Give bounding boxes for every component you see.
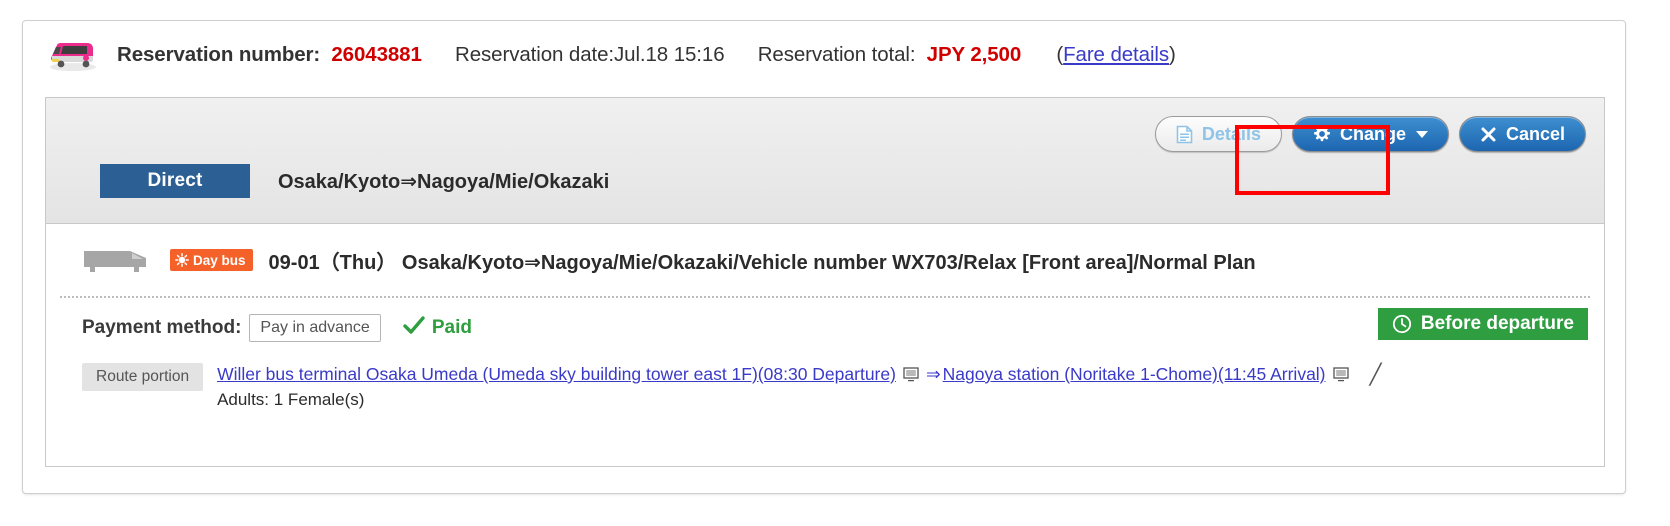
check-icon — [403, 316, 425, 340]
route-portion-tag: Route portion — [82, 363, 204, 391]
status-badge: Before departure — [1377, 308, 1588, 340]
paid-status: Paid — [403, 316, 472, 340]
cancel-button-label: Cancel — [1505, 123, 1565, 144]
route-links: Willer bus terminal Osaka Umeda (Umeda s… — [217, 362, 1382, 387]
payment-method-value: Pay in advance — [249, 314, 381, 342]
change-button-label: Change — [1339, 123, 1406, 144]
payment-row: Payment method: Pay in advance Paid Befo… — [46, 298, 1604, 358]
double-arrow-right-icon: ⇒ — [925, 364, 941, 384]
departure-stop-link[interactable]: Willer bus terminal Osaka Umeda (Umeda s… — [217, 364, 896, 385]
close-x-icon — [1480, 126, 1497, 143]
reservation-card: Reservation number: 26043881 Reservation… — [22, 20, 1626, 494]
trip-band: Details Change Cancel Direct Osaka/Kyoto… — [46, 98, 1604, 224]
change-button[interactable]: Change — [1291, 116, 1449, 152]
day-bus-badge: Day bus — [170, 249, 253, 271]
departure-map-screen-icon[interactable] — [903, 367, 919, 382]
route-title: Osaka/Kyoto⇒Nagoya/Mie/Okazaki — [278, 170, 610, 193]
trip-details: Day bus 09-01（Thu） Osaka/Kyoto⇒Nagoya/Mi… — [46, 224, 1604, 410]
day-bus-badge-label: Day bus — [193, 252, 246, 268]
cancel-button[interactable]: Cancel — [1458, 116, 1586, 152]
chevron-down-icon — [1415, 130, 1428, 138]
slash-icon: ╱ — [1369, 364, 1382, 386]
paid-label: Paid — [431, 317, 472, 338]
trip-row: Day bus 09-01（Thu） Osaka/Kyoto⇒Nagoya/Mi… — [46, 224, 1604, 296]
fare-details-link[interactable]: Fare details — [1063, 43, 1169, 66]
reservation-total-value: JPY 2,500 — [926, 43, 1022, 66]
direct-tag: Direct — [100, 164, 250, 198]
trip-panel: Details Change Cancel Direct Osaka/Kyoto… — [45, 97, 1605, 467]
reservation-number-value: 26043881 — [331, 43, 422, 66]
pink-bus-logo-icon — [43, 38, 99, 72]
reservation-total-label: Reservation total: — [757, 43, 916, 66]
payment-method-label: Payment method: — [82, 317, 242, 338]
reservation-number-label: Reservation number: — [117, 43, 321, 66]
reservation-summary-line: Reservation number: 26043881 Reservation… — [117, 43, 1176, 67]
passenger-summary: Adults: 1 Female(s) — [217, 390, 365, 409]
trip-description: 09-01（Thu） Osaka/Kyoto⇒Nagoya/Mie/Okazak… — [268, 251, 1256, 274]
direct-route-row: Direct Osaka/Kyoto⇒Nagoya/Mie/Okazaki — [100, 164, 609, 198]
details-button-label: Details — [1201, 123, 1261, 144]
gear-icon — [1313, 125, 1331, 143]
reservation-page: Reservation number: 26043881 Reservation… — [0, 0, 1670, 526]
fare-details-close-paren: ) — [1169, 43, 1176, 66]
reservation-header: Reservation number: 26043881 Reservation… — [23, 21, 1625, 89]
side-bus-icon — [82, 245, 152, 275]
clock-icon — [1392, 314, 1412, 334]
route-portion-body: Willer bus terminal Osaka Umeda (Umeda s… — [217, 362, 1382, 410]
route-portion-row: Route portion Willer bus terminal Osaka … — [46, 358, 1604, 410]
reservation-date: Reservation date:Jul.18 15:16 — [455, 43, 725, 66]
arrival-map-screen-icon[interactable] — [1332, 367, 1349, 382]
details-button[interactable]: Details — [1154, 116, 1282, 152]
document-icon — [1176, 125, 1193, 144]
status-badge-label: Before departure — [1420, 313, 1574, 334]
sun-icon — [175, 253, 189, 267]
arrival-stop-link[interactable]: Nagoya station (Noritake 1-Chome)(11:45 … — [943, 364, 1326, 385]
action-button-group: Details Change Cancel — [1154, 116, 1586, 152]
